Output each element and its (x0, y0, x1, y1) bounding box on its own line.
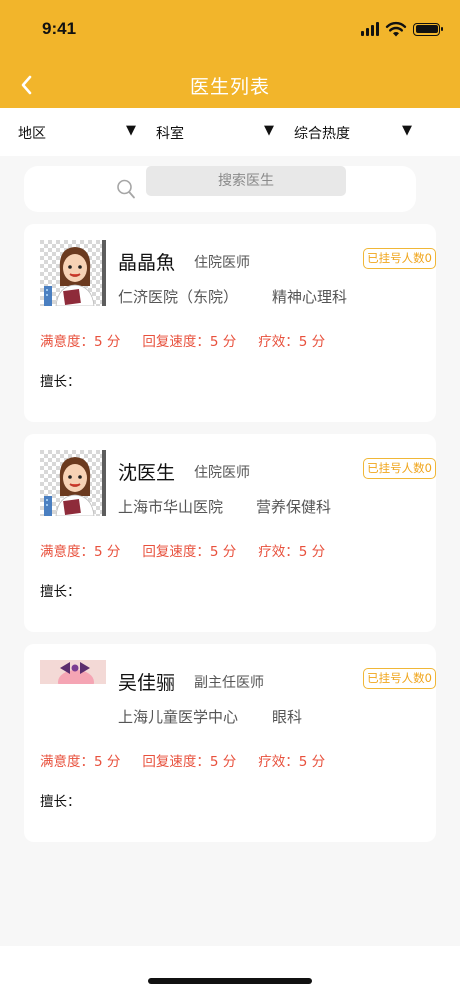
doctor-department: 营养保健科 (256, 498, 332, 516)
signal-icon (361, 22, 379, 36)
home-indicator[interactable] (148, 978, 312, 984)
status-icons (361, 20, 443, 38)
specialty-label: 擅长： (40, 374, 81, 390)
doctor-title: 住院医师 (194, 465, 250, 481)
filter-label: 地区 (18, 126, 46, 142)
ratings-row: 满意度：5 分 回复速度：5 分 疗效：5 分 (40, 540, 347, 560)
doctor-name: 沈医生 (118, 462, 176, 484)
filter-bar: 地区 ▼ 科室 ▼ 综合热度 ▼ (0, 108, 460, 156)
doctor-title: 副主任医师 (194, 675, 264, 691)
filter-label: 综合热度 (294, 126, 350, 142)
doctor-title: 住院医师 (194, 255, 250, 271)
status-time: 9:41 (42, 19, 77, 38)
doctor-hospital: 上海儿童医学中心 (118, 708, 239, 726)
registered-count-badge: 已挂号人数0 (363, 248, 436, 269)
satisfaction-rating: 满意度：5 分 (40, 544, 121, 560)
filter-department[interactable]: 科室 ▼ (138, 108, 276, 156)
doctor-name: 晶晶魚 (118, 252, 176, 274)
doctor-card[interactable]: 晶晶魚 住院医师 已挂号人数0 仁济医院（东院） 精神心理科 满意度：5 分 回… (24, 224, 436, 422)
registered-count-badge: 已挂号人数0 (363, 458, 436, 479)
ratings-row: 满意度：5 分 回复速度：5 分 疗效：5 分 (40, 330, 347, 350)
avatar (40, 660, 106, 684)
registered-count-badge: 已挂号人数0 (363, 668, 436, 689)
doctor-card[interactable]: 吴佳骊 副主任医师 已挂号人数0 上海儿童医学中心 眼科 满意度：5 分 回复速… (24, 644, 436, 842)
efficacy-rating: 疗效：5 分 (258, 544, 326, 560)
doctor-department: 眼科 (272, 708, 303, 726)
avatar (40, 450, 106, 516)
filter-region[interactable]: 地区 ▼ (0, 108, 138, 156)
reply-speed-rating: 回复速度：5 分 (142, 754, 237, 770)
doctor-card[interactable]: 沈医生 住院医师 已挂号人数0 上海市华山医院 营养保健科 满意度：5 分 回复… (24, 434, 436, 632)
app-header: 9:41 医生列表 (0, 0, 460, 108)
page-title: 医生列表 (189, 76, 270, 98)
avatar (40, 240, 106, 306)
reply-speed-rating: 回复速度：5 分 (142, 544, 237, 560)
doctor-name: 吴佳骊 (118, 672, 176, 694)
specialty-label: 擅长： (40, 584, 81, 600)
reply-speed-rating: 回复速度：5 分 (142, 334, 237, 350)
battery-icon (413, 22, 443, 36)
filter-sort[interactable]: 综合热度 ▼ (276, 108, 414, 156)
search-input[interactable] (146, 166, 346, 196)
search-icon (117, 179, 135, 199)
doctor-hospital: 仁济医院（东院） (118, 288, 239, 306)
wifi-icon (385, 21, 407, 37)
specialty-label: 擅长： (40, 794, 81, 810)
doctor-hospital: 上海市华山医院 (118, 498, 224, 516)
filter-label: 科室 (156, 126, 184, 142)
dropdown-arrow-icon: ▼ (126, 123, 136, 138)
ratings-row: 满意度：5 分 回复速度：5 分 疗效：5 分 (40, 750, 347, 770)
bottom-safe-area (0, 946, 460, 996)
dropdown-arrow-icon: ▼ (264, 123, 274, 138)
efficacy-rating: 疗效：5 分 (258, 754, 326, 770)
doctor-department: 精神心理科 (272, 288, 348, 306)
efficacy-rating: 疗效：5 分 (258, 334, 326, 350)
satisfaction-rating: 满意度：5 分 (40, 754, 121, 770)
dropdown-arrow-icon: ▼ (402, 123, 412, 138)
satisfaction-rating: 满意度：5 分 (40, 334, 121, 350)
search-bar (24, 166, 416, 212)
